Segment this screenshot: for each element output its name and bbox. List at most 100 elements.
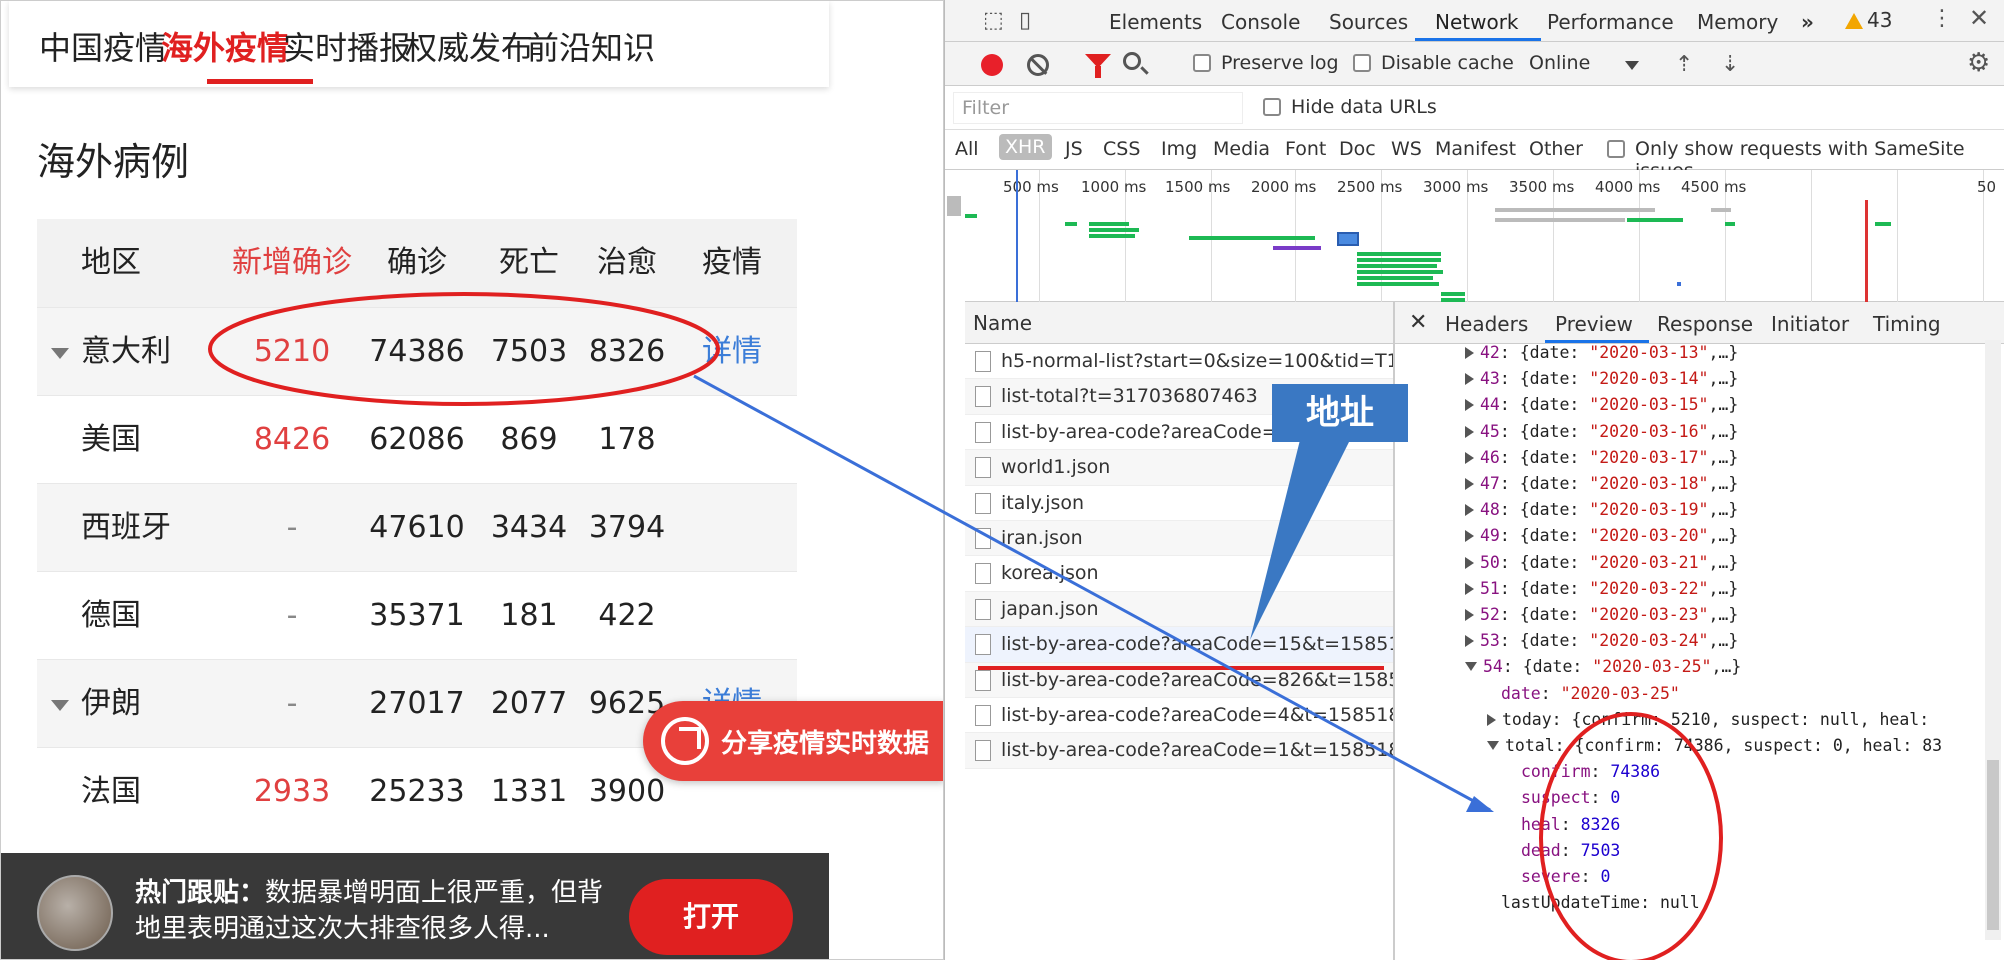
tab-live[interactable]: 实时播报 [283,23,411,69]
tab-timing[interactable]: Timing [1873,312,1941,336]
json-array-entry[interactable]: 42: {date: "2020-03-13",…} [1465,344,1738,366]
tab-china[interactable]: 中国疫情 [39,23,167,69]
hide-data-urls-checkbox[interactable] [1263,98,1281,116]
json-total-field[interactable]: total: {confirm: 74386, suspect: 0, heal… [1487,733,1942,759]
request-row[interactable]: italy.json [965,486,1393,521]
request-row[interactable]: korea.json [965,556,1393,592]
json-array-entry[interactable]: 49: {date: "2020-03-20",…} [1465,523,1738,549]
more-tabs-icon[interactable]: » [1801,10,1814,34]
json-today-field[interactable]: today: {confirm: 5210, suspect: null, he… [1487,707,1929,733]
overview-scroll-handle[interactable] [947,196,961,216]
json-total-confirm[interactable]: confirm: 74386 [1521,759,1660,785]
type-manifest[interactable]: Manifest [1435,138,1516,160]
json-total-severe[interactable]: severe: 0 [1521,864,1610,890]
type-js[interactable]: JS [1065,138,1083,160]
warning-counter[interactable]: 43 [1845,8,1892,32]
json-date-field[interactable]: date: "2020-03-25" [1501,681,1680,707]
same-site-checkbox[interactable] [1607,140,1625,158]
expand-closed-icon[interactable] [1465,373,1474,386]
expand-closed-icon[interactable] [1465,530,1474,543]
expand-open-icon[interactable] [1465,662,1477,672]
json-array-entry[interactable]: 47: {date: "2020-03-18",…} [1465,471,1738,497]
close-icon[interactable]: ✕ [1969,4,1989,32]
request-row[interactable]: world1.json [965,450,1393,486]
scrollbar-thumb[interactable] [1987,760,1999,930]
json-array-entry[interactable]: 50: {date: "2020-03-21",…} [1465,550,1738,576]
type-img[interactable]: Img [1161,138,1197,160]
tab-console[interactable]: Console [1221,10,1300,34]
type-ws[interactable]: WS [1391,138,1422,160]
table-row[interactable]: 西班牙 - 47610 3434 3794 [37,483,797,571]
search-icon[interactable] [1123,52,1141,70]
expand-closed-icon[interactable] [1465,609,1474,621]
json-array-entry[interactable]: 43: {date: "2020-03-14",…} [1465,366,1738,392]
expand-closed-icon[interactable] [1465,635,1474,648]
json-total-dead[interactable]: dead: 7503 [1521,838,1620,864]
filter-icon[interactable] [1085,54,1111,78]
json-array-entry[interactable]: 54: {date: "2020-03-25",…} [1465,654,1741,680]
type-xhr[interactable]: XHR [999,134,1052,160]
tab-knowledge[interactable]: 前沿知识 [527,23,655,69]
export-icon[interactable]: ⇣ [1721,52,1739,77]
request-row[interactable]: h5-normal-list?start=0&size=100&tid=T1..… [965,344,1393,380]
kebab-menu-icon[interactable]: ⋮ [1931,6,1953,31]
request-row[interactable]: list-by-area-code?areaCode=826&t=1585... [965,662,1393,698]
tab-official[interactable]: 权威发布 [405,23,533,69]
inspect-icon[interactable]: ⬚ [983,8,1004,33]
chevron-down-icon[interactable] [1625,61,1639,70]
type-media[interactable]: Media [1213,138,1270,160]
json-array-entry[interactable]: 53: {date: "2020-03-24",…} [1465,628,1738,654]
request-row-selected[interactable]: list-by-area-code?areaCode=15&t=15851... [965,627,1393,663]
tab-overseas[interactable]: 海外疫情 [161,23,289,69]
detail-link[interactable]: 详情 [687,308,777,396]
tab-memory[interactable]: Memory [1697,10,1778,34]
clear-icon[interactable] [1027,54,1049,76]
type-css[interactable]: CSS [1103,138,1140,160]
preview-scrollbar[interactable] [1985,340,2001,940]
gear-icon[interactable]: ⚙ [1967,48,1990,78]
json-array-entry[interactable]: 52: {date: "2020-03-23",…} [1465,602,1738,628]
tab-sources[interactable]: Sources [1329,10,1408,34]
expand-triangle-icon[interactable] [51,700,69,711]
expand-closed-icon[interactable] [1465,556,1474,569]
json-array-entry[interactable]: 44: {date: "2020-03-15",…} [1465,392,1738,418]
json-array-entry[interactable]: 46: {date: "2020-03-17",…} [1465,445,1738,471]
open-app-button[interactable]: 打开 [629,879,793,955]
filter-input[interactable]: Filter [953,92,1243,124]
request-row[interactable]: japan.json [965,591,1393,628]
request-row[interactable]: iran.json [965,520,1393,557]
share-button[interactable]: 分享疫情实时数据 [643,701,943,781]
tab-performance[interactable]: Performance [1547,10,1674,34]
expand-open-icon[interactable] [1487,741,1499,750]
type-doc[interactable]: Doc [1339,138,1376,160]
throttle-select[interactable]: Online [1529,52,1590,74]
json-total-heal[interactable]: heal: 8326 [1521,812,1620,838]
tab-initiator[interactable]: Initiator [1771,312,1849,336]
expand-closed-icon[interactable] [1465,425,1474,438]
json-last-update[interactable]: lastUpdateTime: null [1501,890,1700,916]
tab-headers[interactable]: Headers [1445,312,1528,336]
table-row[interactable]: 美国 8426 62086 869 178 [37,395,797,483]
json-array-entry[interactable]: 45: {date: "2020-03-16",…} [1465,419,1738,445]
expand-closed-icon[interactable] [1465,399,1474,412]
disable-cache-checkbox[interactable] [1353,54,1371,72]
json-preview[interactable]: 42: {date: "2020-03-13",…} 43: {date: "20… [1395,344,1995,960]
expand-closed-icon[interactable] [1487,713,1496,726]
type-font[interactable]: Font [1285,138,1326,160]
expand-closed-icon[interactable] [1465,451,1474,464]
json-total-suspect[interactable]: suspect: 0 [1521,785,1620,811]
expand-triangle-icon[interactable] [51,348,69,359]
device-toolbar-icon[interactable]: ▯ [1019,8,1031,33]
tab-preview[interactable]: Preview [1555,312,1633,336]
preserve-log-checkbox[interactable] [1193,54,1211,72]
table-row[interactable]: 意大利 5210 74386 7503 8326 详情 [37,307,797,395]
expand-closed-icon[interactable] [1465,582,1474,595]
request-row[interactable]: list-by-area-code?areaCode=4&t=158518... [965,698,1393,734]
type-other[interactable]: Other [1529,138,1583,160]
json-array-entry[interactable]: 48: {date: "2020-03-19",…} [1465,497,1738,523]
expand-closed-icon[interactable] [1465,347,1474,359]
tab-network[interactable]: Network [1435,10,1519,34]
expand-closed-icon[interactable] [1465,478,1474,490]
close-icon[interactable]: ✕ [1409,310,1427,335]
tab-response[interactable]: Response [1657,312,1753,336]
